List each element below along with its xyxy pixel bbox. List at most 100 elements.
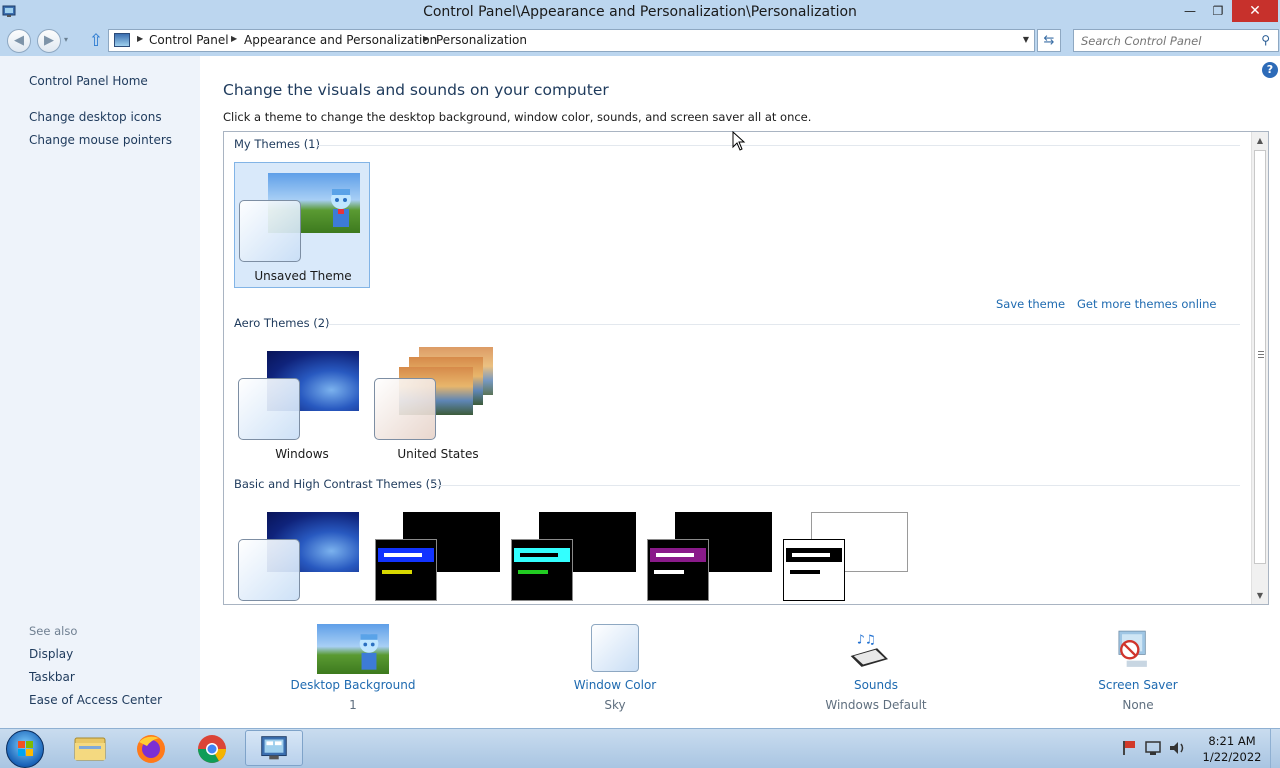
scroll-up-icon[interactable]: ▲ [1252, 132, 1268, 149]
see-also-heading: See also [29, 624, 78, 638]
scroll-thumb[interactable] [1254, 150, 1266, 564]
theme-high-contrast-2[interactable] [506, 502, 642, 604]
character-image [331, 189, 351, 227]
desktop-background-setting[interactable]: Desktop Background 1 [263, 622, 443, 722]
clock[interactable]: 8:21 AM 1/22/2022 [1196, 733, 1268, 765]
window-preview [647, 539, 709, 601]
sidebar: Control Panel Home Change desktop icons … [0, 56, 200, 728]
change-mouse-pointers-link[interactable]: Change mouse pointers [29, 133, 172, 147]
taskbar-file-explorer[interactable] [60, 730, 118, 766]
minimize-button[interactable]: — [1176, 0, 1204, 22]
volume-icon[interactable] [1170, 742, 1184, 754]
taskbar: 8:21 AM 1/22/2022 [0, 728, 1280, 768]
my-themes-heading: My Themes (1) [234, 137, 320, 151]
search-box[interactable]: ⚲ [1073, 29, 1279, 52]
ease-of-access-link[interactable]: Ease of Access Center [29, 693, 162, 707]
theme-label: Unsaved Theme [254, 269, 352, 283]
basic-themes-heading: Basic and High Contrast Themes (5) [234, 477, 442, 491]
window-preview [375, 539, 437, 601]
search-input[interactable] [1074, 30, 1254, 51]
breadcrumb-separator[interactable]: ▶ [137, 34, 143, 43]
breadcrumb-appearance[interactable]: Appearance and Personalization [244, 33, 437, 47]
group-divider [432, 485, 1240, 486]
clock-date: 1/22/2022 [1202, 750, 1262, 764]
taskbar-control-panel[interactable] [245, 730, 303, 766]
close-button[interactable]: ✕ [1232, 0, 1278, 22]
theme-windows[interactable]: Windows [234, 341, 370, 467]
text-preview [792, 553, 830, 557]
address-bar[interactable]: ▶ Control Panel ▶ Appearance and Persona… [108, 29, 1035, 52]
theme-united-states[interactable]: United States [370, 341, 506, 467]
setting-value: None [1122, 698, 1154, 712]
maximize-button[interactable]: ❐ [1204, 0, 1232, 22]
theme-label: Windows [275, 447, 329, 461]
help-icon[interactable]: ? [1262, 62, 1278, 78]
show-desktop-button[interactable] [1270, 729, 1280, 768]
text-preview [654, 570, 684, 574]
taskbar-link[interactable]: Taskbar [29, 670, 75, 684]
clock-time: 8:21 AM [1208, 734, 1256, 748]
scroll-down-icon[interactable]: ▼ [1252, 587, 1268, 604]
theme-high-contrast-1[interactable] [370, 502, 506, 604]
refresh-button[interactable]: ⇆ [1037, 29, 1061, 52]
character-image [359, 634, 379, 670]
change-desktop-icons-link[interactable]: Change desktop icons [29, 110, 162, 124]
back-button[interactable]: ◀ [7, 29, 31, 53]
recent-locations-icon[interactable]: ▾ [64, 35, 68, 44]
text-preview [384, 553, 422, 557]
setting-name[interactable]: Sounds [786, 678, 966, 692]
firefox-icon [137, 735, 165, 763]
main-content: ? Change the visuals and sounds on your … [200, 56, 1280, 728]
network-icon[interactable] [1145, 741, 1161, 755]
text-preview [790, 570, 820, 574]
theme-windows-basic[interactable] [234, 502, 370, 604]
window-color-setting[interactable]: Window Color Sky [525, 622, 705, 722]
save-theme-link[interactable]: Save theme [996, 297, 1065, 311]
setting-value: Sky [604, 698, 626, 712]
setting-name[interactable]: Window Color [525, 678, 705, 692]
themes-scrollbar[interactable]: ▲ ▼ [1251, 132, 1268, 604]
svg-text:♪♫: ♪♫ [857, 632, 876, 647]
setting-name[interactable]: Screen Saver [1048, 678, 1228, 692]
sounds-icon: ♪♫ [850, 632, 888, 667]
tray-icons [1123, 741, 1184, 755]
scroll-grip-icon [1258, 351, 1264, 358]
control-panel-icon [261, 736, 287, 760]
group-divider [318, 145, 1240, 146]
page-description: Click a theme to change the desktop back… [223, 110, 812, 124]
window-glass-preview [238, 378, 300, 440]
taskbar-firefox[interactable] [121, 730, 179, 766]
sounds-setting[interactable]: ♪♫ Sounds Windows Default [786, 622, 966, 722]
desktop-background-icon [317, 624, 389, 674]
breadcrumb-control-panel[interactable]: Control Panel [149, 33, 229, 47]
themes-list: My Themes (1) Unsaved Theme Save theme G… [223, 131, 1269, 605]
page-title: Change the visuals and sounds on your co… [223, 81, 609, 99]
control-panel-home-link[interactable]: Control Panel Home [29, 74, 148, 88]
breadcrumb-separator[interactable]: ▶ [423, 34, 429, 43]
up-arrow-icon[interactable]: ⇧ [86, 30, 106, 52]
breadcrumb-separator[interactable]: ▶ [231, 34, 237, 43]
window-glass-preview [238, 539, 300, 601]
window-glass-preview [239, 200, 301, 262]
aero-themes-heading: Aero Themes (2) [234, 316, 330, 330]
address-dropdown-icon[interactable]: ▼ [1023, 35, 1029, 44]
forward-button[interactable]: ▶ [37, 29, 61, 53]
setting-name[interactable]: Desktop Background [263, 678, 443, 692]
title-bar: Control Panel\Appearance and Personaliza… [0, 0, 1280, 26]
display-link[interactable]: Display [29, 647, 73, 661]
flag-icon[interactable] [1123, 741, 1135, 755]
start-button[interactable] [6, 730, 44, 768]
theme-unsaved[interactable]: Unsaved Theme [234, 162, 370, 288]
group-divider [328, 324, 1240, 325]
chrome-icon [198, 735, 226, 763]
breadcrumb-personalization[interactable]: Personalization [436, 33, 527, 47]
screen-saver-icon [1118, 630, 1147, 667]
system-tray [1120, 739, 1190, 761]
taskbar-chrome[interactable] [183, 730, 241, 766]
theme-high-contrast-black[interactable] [642, 502, 778, 604]
get-more-themes-link[interactable]: Get more themes online [1077, 297, 1216, 311]
screen-saver-setting[interactable]: Screen Saver None [1048, 622, 1228, 722]
search-icon[interactable]: ⚲ [1261, 33, 1270, 47]
control-panel-icon [114, 33, 130, 47]
theme-high-contrast-white[interactable] [778, 502, 914, 604]
